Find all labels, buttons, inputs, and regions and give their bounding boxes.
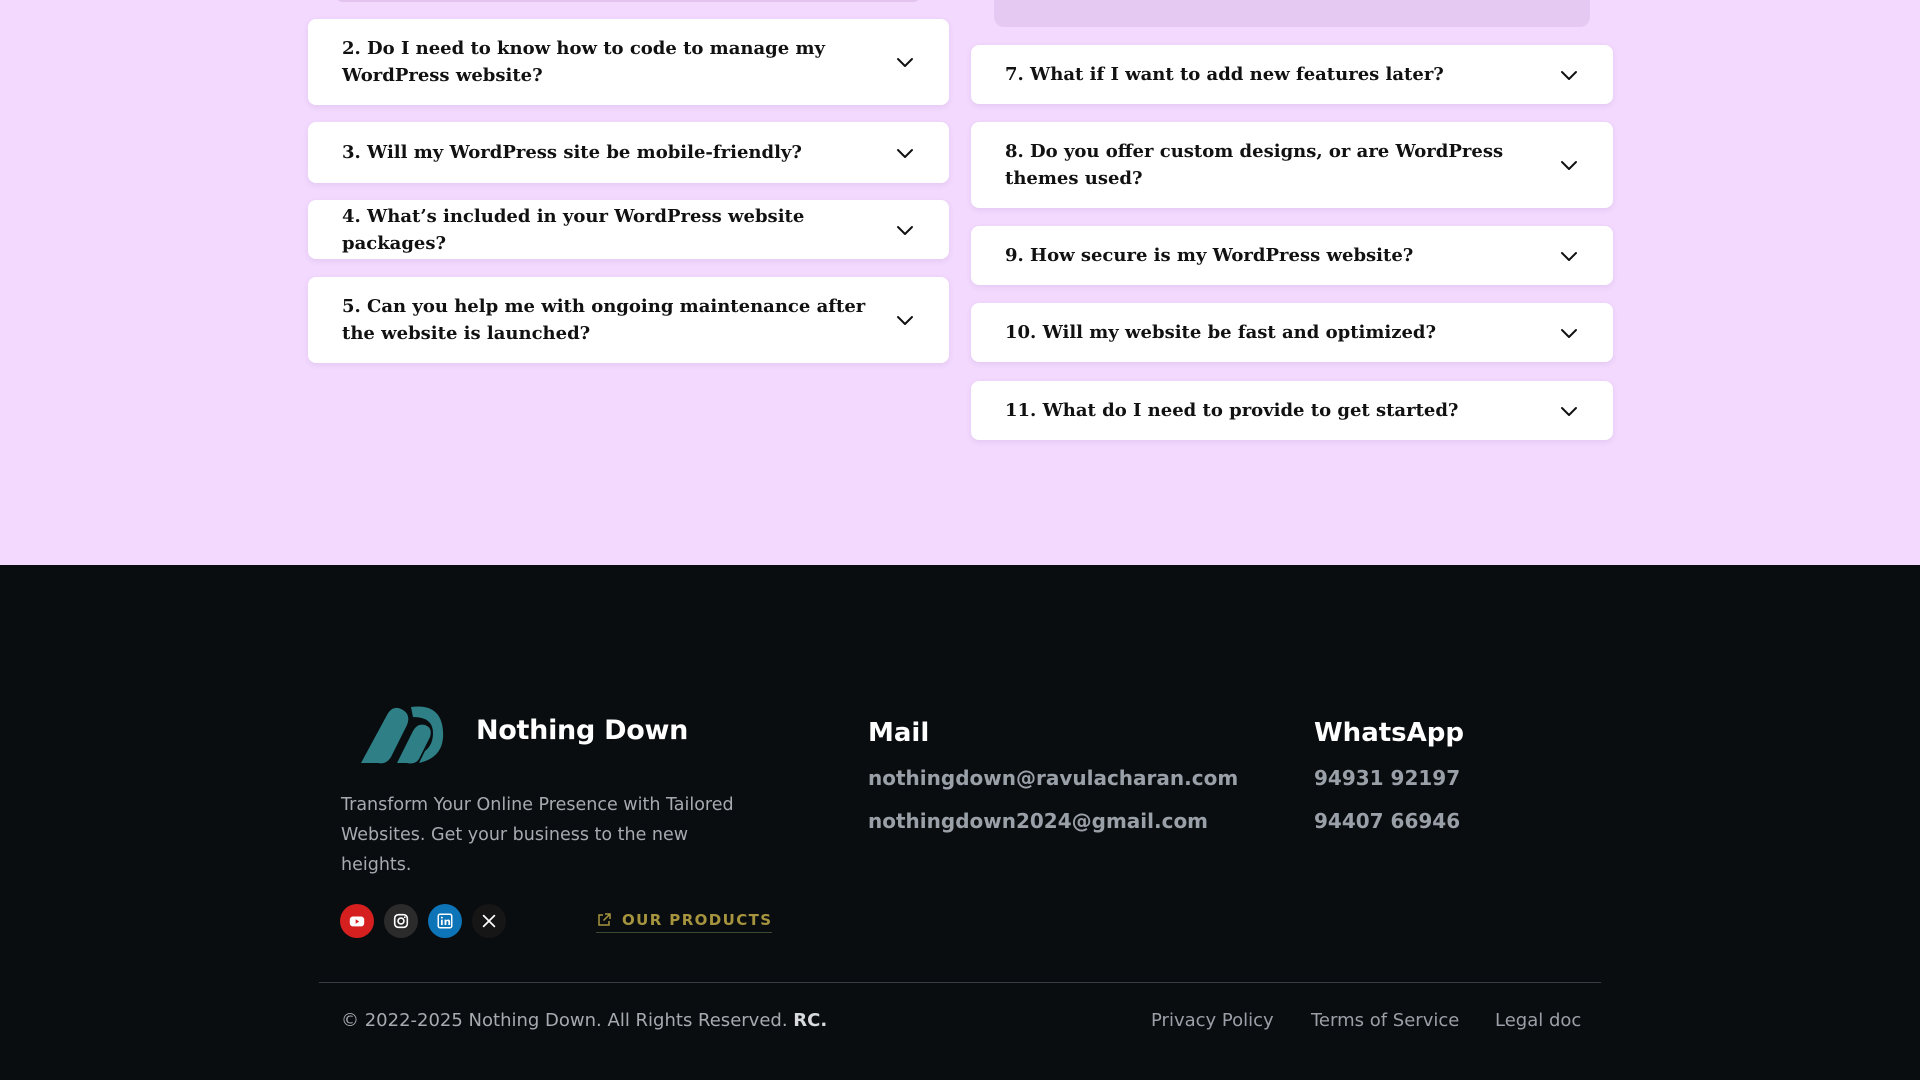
faq-item-partial[interactable] xyxy=(335,0,921,2)
faq-question: 11. What do I need to provide to get sta… xyxy=(1005,400,1459,421)
youtube-icon[interactable] xyxy=(340,904,374,938)
chevron-down-icon xyxy=(897,58,913,67)
faq-question: 8. Do you offer custom designs, or are W… xyxy=(1005,141,1504,189)
mail-address-1[interactable]: nothingdown@ravulacharan.com xyxy=(868,766,1238,790)
chevron-down-icon xyxy=(1561,70,1577,80)
faq-question: 10. Will my website be fast and optimize… xyxy=(1005,322,1437,343)
faq-item-11[interactable]: 11. What do I need to provide to get sta… xyxy=(971,381,1613,440)
faq-question: 3. Will my WordPress site be mobile-frie… xyxy=(342,142,802,163)
faq-item-9[interactable]: 9. How secure is my WordPress website? xyxy=(971,226,1613,285)
faq-item-10[interactable]: 10. Will my website be fast and optimize… xyxy=(971,303,1613,362)
footer-divider xyxy=(319,982,1601,983)
chevron-down-icon xyxy=(1561,251,1577,261)
footer-tagline: Transform Your Online Presence with Tail… xyxy=(341,795,734,875)
faq-question: 5. Can you help me with ongoing maintena… xyxy=(342,296,866,344)
copyright-mark: RC. xyxy=(793,1010,828,1031)
our-products-label: OUR PRODUCTS xyxy=(622,911,773,929)
privacy-policy-link[interactable]: Privacy Policy xyxy=(1151,1010,1274,1031)
instagram-icon[interactable] xyxy=(384,904,418,938)
terms-of-service-link[interactable]: Terms of Service xyxy=(1311,1010,1459,1031)
faq-question: 7. What if I want to add new features la… xyxy=(1005,64,1444,85)
x-icon[interactable] xyxy=(472,904,506,938)
chevron-down-icon xyxy=(897,148,913,158)
faq-item-5[interactable]: 5. Can you help me with ongoing maintena… xyxy=(308,277,949,363)
faq-question: 9. How secure is my WordPress website? xyxy=(1005,245,1414,266)
chevron-down-icon xyxy=(1561,161,1577,170)
linkedin-icon[interactable] xyxy=(428,904,462,938)
faq-question: 2. Do I need to know how to code to mana… xyxy=(342,38,825,86)
site-footer: Nothing Down Transform Your Online Prese… xyxy=(0,565,1920,1080)
faq-item-3[interactable]: 3. Will my WordPress site be mobile-frie… xyxy=(308,122,949,183)
copyright-notice: © 2022-2025 Nothing Down. All Rights Res… xyxy=(341,1010,788,1031)
faq-item-2[interactable]: 2. Do I need to know how to code to mana… xyxy=(308,19,949,105)
faq-section: 2. Do I need to know how to code to mana… xyxy=(0,0,1920,565)
faq-answer-panel-partial xyxy=(994,0,1590,27)
brand-name[interactable]: Nothing Down xyxy=(476,715,688,746)
chevron-down-icon xyxy=(897,316,913,325)
faq-item-4[interactable]: 4. What’s included in your WordPress web… xyxy=(308,200,949,259)
whatsapp-number-1[interactable]: 94931 92197 xyxy=(1314,766,1460,790)
mail-heading: Mail xyxy=(868,718,930,748)
mail-address-2[interactable]: nothingdown2024@gmail.com xyxy=(868,809,1208,833)
chevron-down-icon xyxy=(1561,406,1577,416)
external-link-icon xyxy=(598,913,611,926)
copyright-text: © 2022-2025 Nothing Down. All Rights Res… xyxy=(341,1010,827,1031)
whatsapp-number-2[interactable]: 94407 66946 xyxy=(1314,809,1460,833)
social-links xyxy=(340,904,506,938)
legal-doc-link[interactable]: Legal doc xyxy=(1495,1010,1581,1031)
chevron-down-icon xyxy=(897,225,913,235)
whatsapp-heading: WhatsApp xyxy=(1314,718,1464,748)
faq-item-8[interactable]: 8. Do you offer custom designs, or are W… xyxy=(971,122,1613,208)
faq-item-7[interactable]: 7. What if I want to add new features la… xyxy=(971,45,1613,104)
our-products-link[interactable]: OUR PRODUCTS xyxy=(596,911,773,933)
brand-logo-icon[interactable] xyxy=(353,701,449,767)
chevron-down-icon xyxy=(1561,328,1577,338)
faq-question: 4. What’s included in your WordPress web… xyxy=(342,205,805,254)
